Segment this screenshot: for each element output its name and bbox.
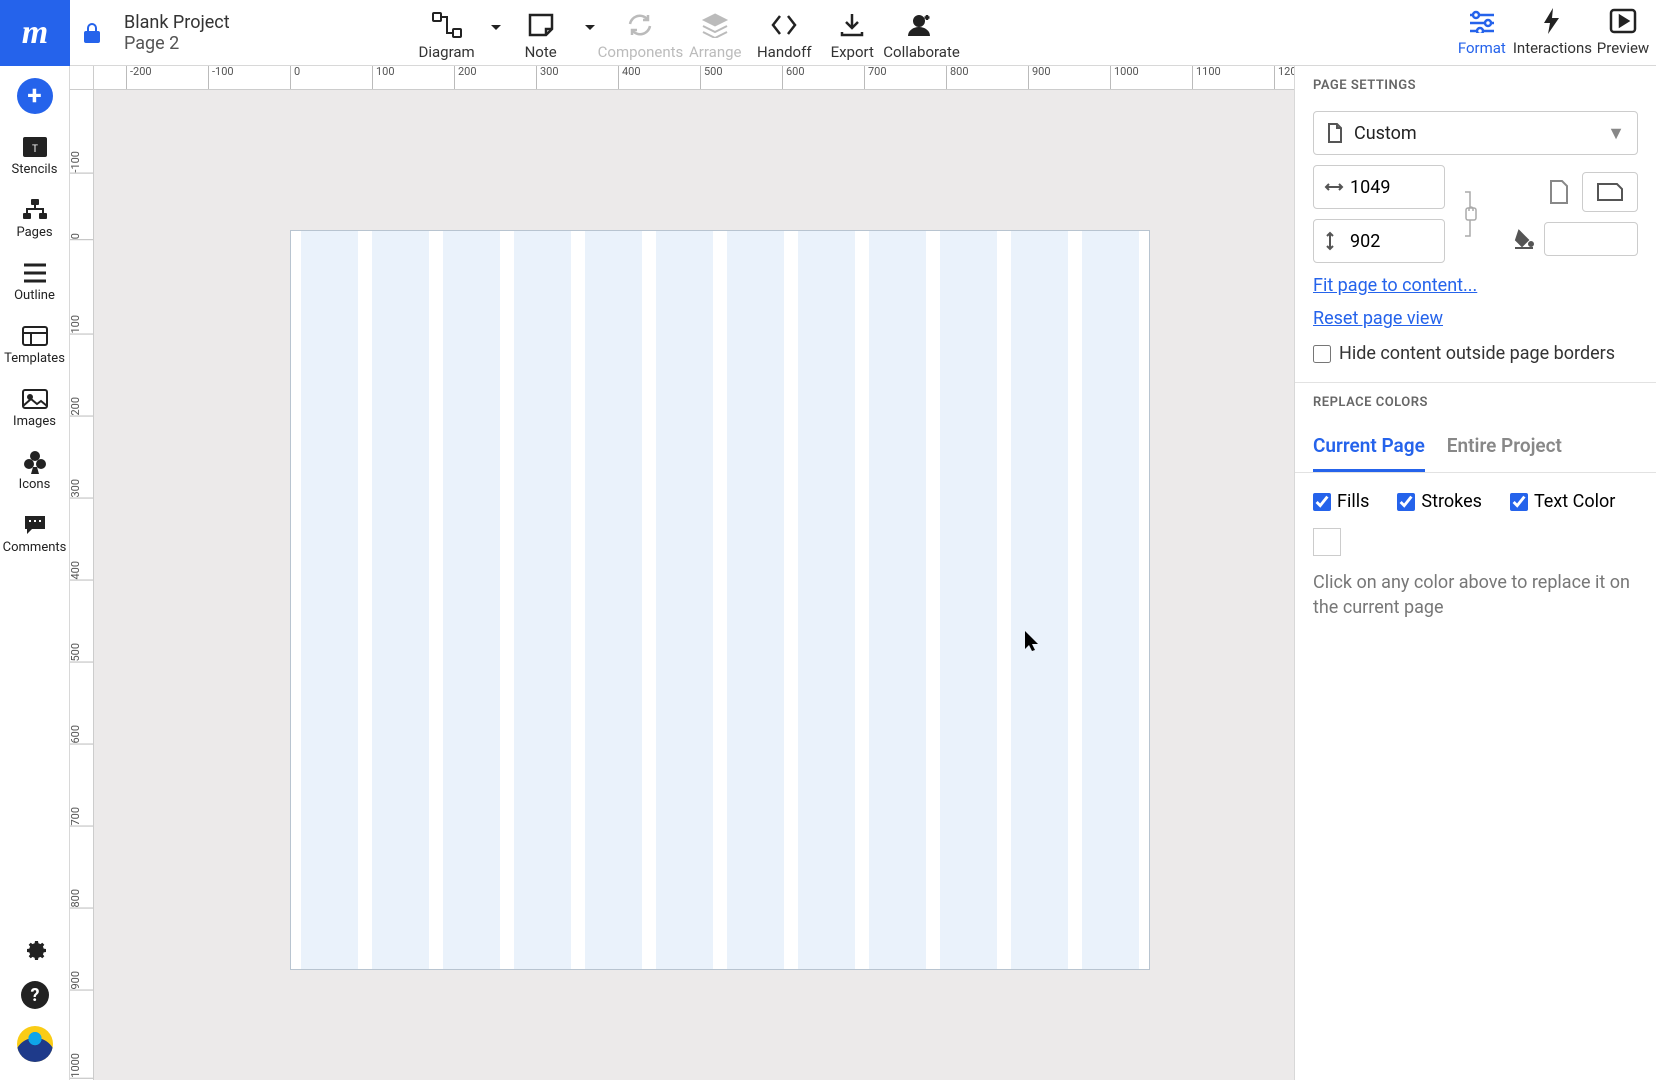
icons-label: Icons	[19, 477, 51, 492]
color-swatch[interactable]	[1313, 528, 1341, 556]
help-button[interactable]: ?	[20, 980, 50, 1010]
textcolor-checkbox[interactable]: Text Color	[1510, 491, 1615, 512]
export-label: Export	[831, 43, 874, 61]
canvas-area[interactable]: -200-10001002003004005006007008009001000…	[70, 66, 1294, 1080]
note-dropdown-caret[interactable]	[584, 24, 596, 32]
page-fill-swatch[interactable]	[1544, 222, 1638, 256]
interactions-button[interactable]: Interactions	[1513, 0, 1592, 61]
export-button[interactable]: Export	[823, 0, 881, 65]
page-icon	[1326, 122, 1344, 144]
page-settings-heading: PAGE SETTINGS	[1295, 66, 1656, 103]
arrange-label: Arrange	[689, 43, 741, 61]
portrait-icon[interactable]	[1548, 178, 1570, 206]
sidebar-item-images[interactable]: Images	[0, 374, 69, 437]
canvas-page[interactable]	[290, 230, 1150, 970]
refresh-icon	[626, 9, 654, 41]
arrange-button[interactable]: Arrange	[685, 0, 745, 65]
stencils-icon: T	[21, 132, 49, 162]
clubs-icon	[22, 447, 48, 477]
height-icon	[1324, 231, 1344, 251]
interactions-label: Interactions	[1513, 39, 1592, 57]
note-button[interactable]: Note	[504, 9, 578, 65]
preview-button[interactable]: Preview	[1594, 0, 1652, 61]
app-logo[interactable]: m	[0, 0, 70, 66]
page-title[interactable]: Page 2	[124, 33, 230, 54]
sidebar-item-stencils[interactable]: T Stencils	[0, 122, 69, 185]
fit-page-link[interactable]: Fit page to content...	[1313, 275, 1477, 296]
landscape-button[interactable]	[1582, 172, 1638, 212]
stencils-label: Stencils	[12, 162, 58, 177]
project-title[interactable]: Blank Project	[124, 12, 230, 33]
cursor-icon	[1024, 630, 1040, 652]
note-icon	[527, 9, 555, 41]
note-label: Note	[525, 43, 557, 61]
handoff-label: Handoff	[757, 43, 812, 61]
hide-outside-label: Hide content outside page borders	[1339, 343, 1615, 364]
tab-current-page[interactable]: Current Page	[1313, 420, 1425, 472]
export-icon	[839, 9, 865, 41]
format-label: Format	[1458, 39, 1506, 57]
reset-view-link[interactable]: Reset page view	[1313, 308, 1443, 329]
sliders-icon	[1468, 5, 1496, 37]
preview-label: Preview	[1597, 39, 1649, 57]
fill-icon[interactable]	[1512, 227, 1536, 251]
sidebar-item-pages[interactable]: Pages	[0, 185, 69, 248]
diagram-button[interactable]: Diagram	[410, 9, 484, 65]
replace-colors-heading: REPLACE COLORS	[1295, 383, 1656, 420]
link-dimensions-toggle[interactable]	[1459, 184, 1481, 244]
collaborate-button[interactable]: Collaborate	[883, 0, 960, 65]
pages-icon	[21, 195, 49, 225]
templates-icon	[21, 321, 49, 351]
layers-icon	[701, 9, 729, 41]
hide-outside-checkbox[interactable]: Hide content outside page borders	[1313, 343, 1638, 364]
sidebar-item-icons[interactable]: Icons	[0, 437, 69, 500]
diagram-icon	[432, 9, 462, 41]
pages-label: Pages	[16, 225, 52, 240]
tab-entire-project[interactable]: Entire Project	[1447, 420, 1562, 472]
page-size-select[interactable]: Custom ▼	[1313, 111, 1638, 155]
outline-label: Outline	[14, 288, 55, 303]
page-height-input[interactable]: 902	[1313, 219, 1445, 263]
handoff-button[interactable]: Handoff	[747, 0, 821, 65]
play-icon	[1609, 5, 1637, 37]
svg-text:?: ?	[30, 985, 39, 1006]
collaborate-icon	[907, 9, 937, 41]
page-width-input[interactable]: 1049	[1313, 165, 1445, 209]
outline-icon	[22, 258, 48, 288]
page-size-value: Custom	[1354, 123, 1417, 144]
diagram-dropdown-caret[interactable]	[490, 24, 502, 32]
components-button[interactable]: Components	[598, 0, 684, 65]
components-label: Components	[598, 43, 684, 61]
page-width-value: 1049	[1350, 177, 1390, 198]
user-avatar[interactable]	[17, 1026, 53, 1062]
svg-text:T: T	[32, 144, 38, 155]
bolt-icon	[1542, 5, 1562, 37]
sidebar-item-templates[interactable]: Templates	[0, 311, 69, 374]
settings-button[interactable]	[20, 934, 50, 964]
page-height-value: 902	[1350, 231, 1380, 252]
sidebar-item-comments[interactable]: Comments	[0, 500, 69, 563]
sidebar-item-outline[interactable]: Outline	[0, 248, 69, 311]
format-button[interactable]: Format	[1453, 0, 1511, 61]
comments-label: Comments	[3, 540, 67, 555]
add-button[interactable]: +	[17, 78, 53, 114]
images-label: Images	[13, 414, 56, 429]
lock-icon[interactable]	[82, 21, 106, 45]
templates-label: Templates	[4, 351, 65, 366]
width-icon	[1324, 181, 1344, 193]
handoff-icon	[769, 9, 799, 41]
collaborate-label: Collaborate	[883, 43, 960, 61]
diagram-label: Diagram	[419, 43, 475, 61]
comments-icon	[22, 510, 48, 540]
chevron-down-icon: ▼	[1607, 123, 1625, 144]
horizontal-ruler: -200-10001002003004005006007008009001000…	[70, 66, 1294, 90]
fills-checkbox[interactable]: Fills	[1313, 491, 1369, 512]
vertical-ruler: -100010020030040050060070080090010001100	[70, 90, 94, 1080]
strokes-checkbox[interactable]: Strokes	[1397, 491, 1482, 512]
replace-colors-hint: Click on any color above to replace it o…	[1295, 560, 1656, 640]
images-icon	[21, 384, 49, 414]
